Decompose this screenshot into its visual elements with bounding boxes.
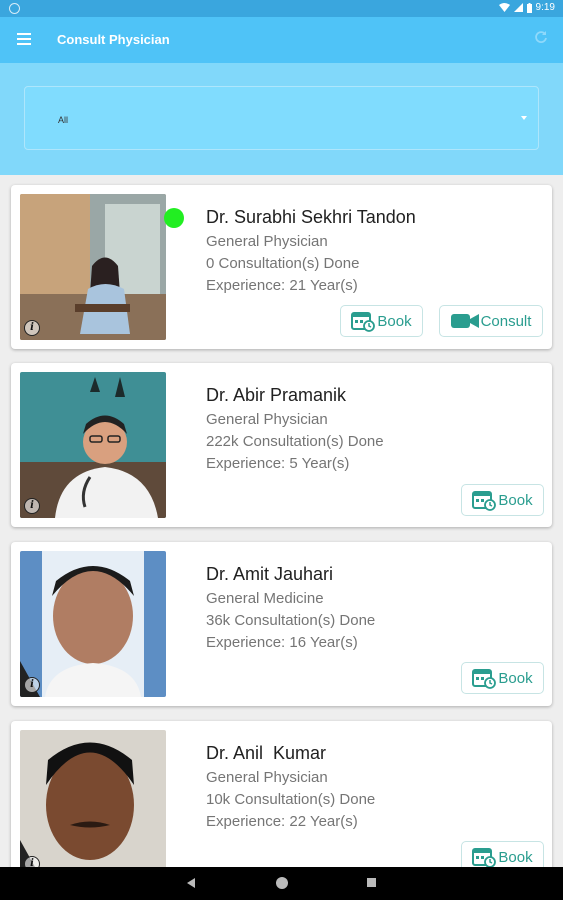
doctor-specialty: General Physician [206,411,328,428]
home-icon[interactable] [276,877,288,889]
doctor-experience: Experience: 22 Year(s) [206,813,358,830]
doctor-name: Dr. Abir Pramanik [206,385,347,405]
doctor-photo[interactable]: i [20,194,166,340]
book-label: Book [498,669,533,687]
book-button[interactable]: Book [461,662,544,694]
book-label: Book [377,312,412,330]
book-button[interactable]: Book [461,484,544,516]
info-icon[interactable]: i [24,677,40,693]
doctor-photo[interactable]: i [20,551,166,697]
doctor-card: i Dr. Surabhi Sekhri Tandon General Phys… [11,185,552,349]
doctor-consultations: 0 Consultation(s) Done [206,255,360,272]
status-bar: 9:19 [0,0,563,17]
filter-area: All [0,63,563,175]
recent-apps-icon[interactable] [367,878,376,887]
calendar-clock-icon [472,669,497,689]
doctor-specialty: General Medicine [206,590,324,607]
book-button[interactable]: Book [340,305,423,337]
consult-button[interactable]: Consult [439,305,543,337]
doctor-experience: Experience: 21 Year(s) [206,277,358,294]
info-icon[interactable]: i [24,498,40,514]
video-camera-icon [450,314,479,328]
online-status-indicator [164,208,184,228]
doctor-specialty: General Physician [206,233,328,250]
calendar-clock-icon [472,491,497,511]
chevron-down-icon [521,116,527,120]
doctor-card: i Dr. Anil Kumar General Physician 10k C… [11,721,552,885]
app-bar: Consult Physician [0,17,563,63]
system-nav-bar [0,867,563,900]
notification-icon [9,3,20,14]
dropdown-selected-value: All [58,115,69,125]
wifi-icon [498,3,510,12]
page-title: Consult Physician [57,32,170,47]
doctor-photo[interactable]: i [20,730,166,876]
doctor-card: i Dr. Amit Jauhari General Medicine 36k … [11,542,552,706]
doctor-consultations: 222k Consultation(s) Done [206,433,384,450]
category-dropdown[interactable]: All [24,86,539,150]
doctor-consultations: 36k Consultation(s) Done [206,612,376,629]
consult-label: Consult [480,312,532,330]
book-label: Book [498,491,533,509]
doctor-photo[interactable]: i [20,372,166,518]
book-label: Book [498,848,533,866]
status-time: 9:19 [535,2,555,13]
doctor-experience: Experience: 16 Year(s) [206,634,358,651]
doctor-name: Dr. Amit Jauhari [206,564,334,584]
menu-icon[interactable] [17,33,31,45]
refresh-icon[interactable] [534,30,548,48]
calendar-clock-icon [351,312,376,332]
calendar-clock-icon [472,848,497,868]
signal-icon [513,3,523,12]
doctor-name: Dr. Anil Kumar [206,743,327,763]
back-icon[interactable] [187,878,195,888]
doctor-experience: Experience: 5 Year(s) [206,455,350,472]
info-icon[interactable]: i [24,320,40,336]
doctor-consultations: 10k Consultation(s) Done [206,791,376,808]
doctor-card: i Dr. Abir Pramanik General Physician 22… [11,363,552,527]
doctor-name: Dr. Surabhi Sekhri Tandon [206,207,416,227]
doctor-specialty: General Physician [206,769,328,786]
battery-icon [526,2,532,13]
status-icons: 9:19 [498,2,555,13]
